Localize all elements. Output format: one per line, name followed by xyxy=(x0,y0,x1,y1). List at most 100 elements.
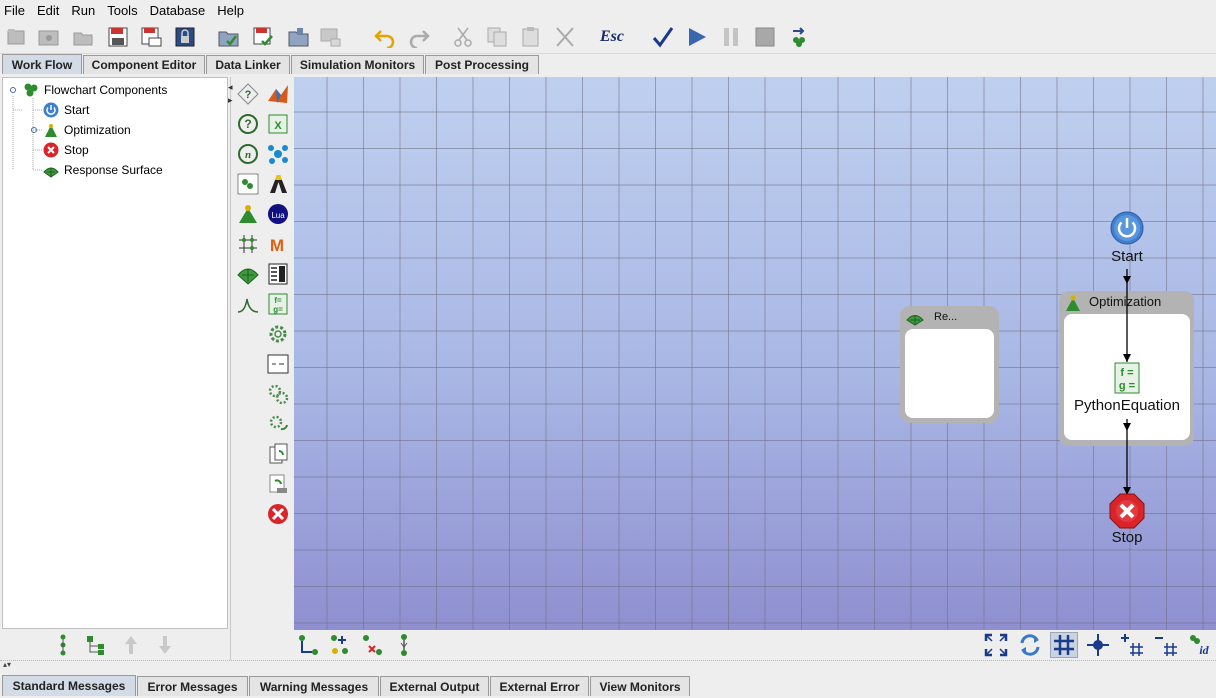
tab-warning-messages[interactable]: Warning Messages xyxy=(249,676,379,696)
distribution-icon[interactable] xyxy=(236,292,260,316)
mathcad-icon[interactable]: M xyxy=(266,232,290,256)
open-icon[interactable] xyxy=(36,25,62,49)
vertical-chain-icon[interactable] xyxy=(390,632,418,658)
menu-help[interactable]: Help xyxy=(217,3,250,18)
loop-n-icon[interactable]: n xyxy=(236,142,260,166)
gear-refresh-icon[interactable] xyxy=(266,412,290,436)
lua-icon[interactable]: Lua xyxy=(266,202,290,226)
add-link-icon[interactable] xyxy=(294,632,322,658)
menu-edit[interactable]: Edit xyxy=(37,3,65,18)
terminal-icon[interactable] xyxy=(266,352,290,376)
move-up-icon[interactable] xyxy=(120,633,142,657)
tab-component-editor[interactable]: Component Editor xyxy=(83,55,205,74)
run-icon[interactable] xyxy=(684,25,710,49)
svg-text:g=: g= xyxy=(273,305,283,314)
ansys-icon[interactable] xyxy=(266,172,290,196)
stop-node-icon[interactable] xyxy=(1109,493,1145,529)
response-surface-icon xyxy=(43,162,59,178)
menu-file[interactable]: File xyxy=(4,3,31,18)
delete-icon[interactable] xyxy=(552,25,578,49)
undo-icon[interactable] xyxy=(372,25,398,49)
pause-icon[interactable] xyxy=(718,25,744,49)
write-file-icon[interactable] xyxy=(266,472,290,496)
tree-item-optimization[interactable]: Optimization xyxy=(43,121,131,139)
tab-error-messages[interactable]: Error Messages xyxy=(137,676,248,696)
toggle-grid-icon[interactable] xyxy=(1050,632,1078,658)
tab-view-monitors[interactable]: View Monitors xyxy=(590,676,690,696)
workflow-canvas[interactable]: Re... Optimization Start f = g = PythonEq… xyxy=(294,77,1216,630)
optimization-palette-icon[interactable] xyxy=(236,202,260,226)
snap-center-icon[interactable] xyxy=(1084,632,1112,658)
tab-standard-messages[interactable]: Standard Messages xyxy=(2,675,136,696)
tab-work-flow[interactable]: Work Flow xyxy=(2,54,82,74)
workflow-component-icon[interactable] xyxy=(236,172,260,196)
start-node-icon[interactable] xyxy=(1110,211,1144,245)
folder-workflow-icon[interactable] xyxy=(286,25,312,49)
python-equation-icon[interactable]: f = g = xyxy=(1114,362,1140,394)
loop-question-icon[interactable]: ? xyxy=(236,112,260,136)
move-down-icon[interactable] xyxy=(154,633,176,657)
stop-icon[interactable] xyxy=(752,25,778,49)
export-icon[interactable] xyxy=(786,25,812,49)
tree-item-response-surface[interactable]: Response Surface xyxy=(43,161,163,179)
connector-lines xyxy=(1123,269,1131,495)
copy-file-icon[interactable] xyxy=(266,442,290,466)
tree-item-label: Response Surface xyxy=(64,163,163,177)
save-workflow-icon[interactable] xyxy=(250,25,276,49)
save-icon[interactable] xyxy=(105,25,131,49)
tree-item-label: Start xyxy=(64,103,90,117)
check-icon[interactable] xyxy=(650,25,676,49)
collapse-left-icon[interactable]: ◂ xyxy=(228,82,233,93)
splitter-arrows-icon[interactable]: ▴▾ xyxy=(3,660,11,669)
svg-text:n: n xyxy=(245,149,251,161)
matlab-icon[interactable] xyxy=(266,82,290,106)
surface-icon[interactable] xyxy=(236,262,260,286)
gear-icon[interactable] xyxy=(266,322,290,346)
tree-structure-icon[interactable] xyxy=(85,633,107,657)
add-component-icon[interactable] xyxy=(326,632,354,658)
tab-external-output[interactable]: External Output xyxy=(380,676,489,696)
tree-root[interactable]: Flowchart Components xyxy=(23,81,167,99)
doe-grid-icon[interactable] xyxy=(236,232,260,256)
increase-grid-icon[interactable] xyxy=(1118,632,1146,658)
panel-splitter[interactable]: ▴▾ xyxy=(0,660,1216,672)
tab-external-error[interactable]: External Error xyxy=(490,676,589,696)
menu-database[interactable]: Database xyxy=(150,3,212,18)
refresh-icon[interactable] xyxy=(1016,632,1044,658)
open-workflow-icon[interactable] xyxy=(216,25,242,49)
help-diamond-icon[interactable]: ? xyxy=(236,82,260,106)
component-id-icon[interactable]: id xyxy=(1186,632,1214,658)
new-icon[interactable] xyxy=(4,25,30,49)
menu-run[interactable]: Run xyxy=(71,3,101,18)
stop-icon xyxy=(43,142,59,158)
menu-tools[interactable]: Tools xyxy=(107,3,143,18)
lock-icon[interactable] xyxy=(172,25,198,49)
escape-icon[interactable]: Esc xyxy=(596,25,628,49)
svg-text:?: ? xyxy=(244,117,251,131)
molecule-icon[interactable] xyxy=(266,142,290,166)
equation-icon[interactable]: f= g= xyxy=(266,292,290,316)
collapse-right-icon[interactable]: ▸ xyxy=(228,95,233,106)
gears-icon[interactable] xyxy=(266,382,290,406)
remove-link-icon[interactable] xyxy=(358,632,386,658)
decrease-grid-icon[interactable] xyxy=(1152,632,1180,658)
tree-item-stop[interactable]: Stop xyxy=(43,141,89,159)
expand-tree-icon[interactable] xyxy=(52,633,74,657)
excel-icon[interactable]: X xyxy=(266,112,290,136)
monitor-icon[interactable] xyxy=(318,25,344,49)
paste-icon[interactable] xyxy=(518,25,544,49)
fit-screen-icon[interactable] xyxy=(982,632,1010,658)
tree-item-start[interactable]: Start xyxy=(43,101,89,119)
cut-icon[interactable] xyxy=(450,25,476,49)
tab-data-linker[interactable]: Data Linker xyxy=(206,55,290,74)
copy-icon[interactable] xyxy=(484,25,510,49)
folder-icon[interactable] xyxy=(70,25,96,49)
stop-palette-icon[interactable] xyxy=(266,502,290,526)
redo-icon[interactable] xyxy=(406,25,432,49)
tab-post-processing[interactable]: Post Processing xyxy=(425,55,539,74)
text-column-icon[interactable] xyxy=(266,262,290,286)
escape-label: Esc xyxy=(600,28,624,45)
tab-simulation-monitors[interactable]: Simulation Monitors xyxy=(291,55,424,74)
save-as-icon[interactable] xyxy=(138,25,164,49)
optimization-icon xyxy=(43,122,59,138)
